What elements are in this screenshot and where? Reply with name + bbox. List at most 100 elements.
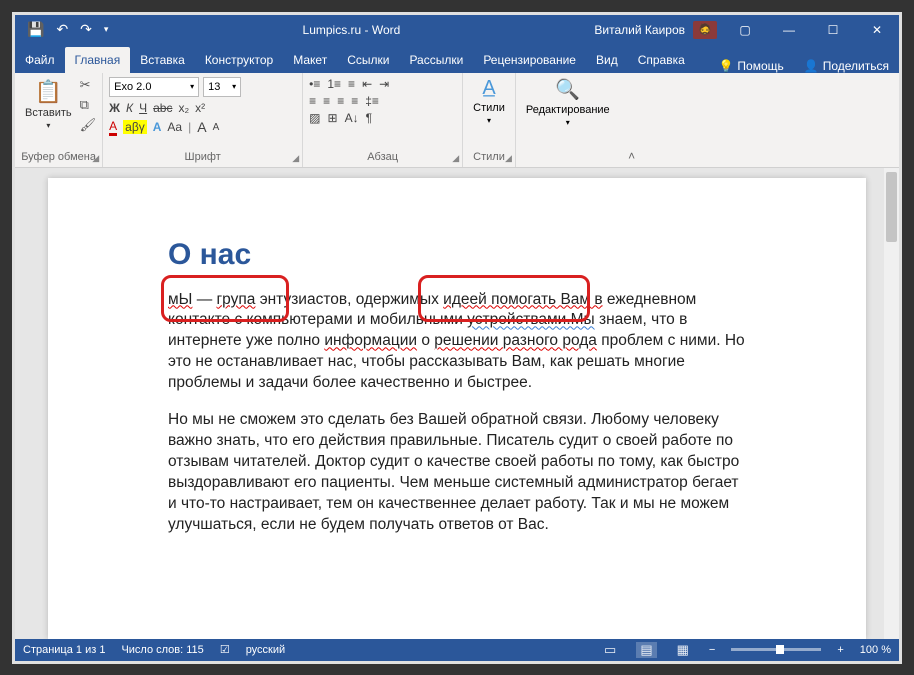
ribbon: 📋 Вставить ▾ ✂ ⧉ 🖌 Буфер обмена ◢ Exo 2.… [15, 73, 899, 168]
vertical-scrollbar[interactable] [884, 168, 899, 639]
paste-button[interactable]: 📋 Вставить ▾ [21, 77, 76, 132]
multilevel-button[interactable]: ≡ [348, 77, 355, 91]
undo-icon[interactable]: ↶ [56, 21, 68, 38]
tab-review[interactable]: Рецензирование [473, 47, 586, 73]
document-area[interactable]: О нас мЫ — група энтузиастов, одержимых … [15, 168, 899, 639]
dialog-launcher-icon[interactable]: ◢ [452, 153, 459, 164]
font-size-combo[interactable]: 13▾ [203, 77, 241, 97]
line-spacing-button[interactable]: ‡≡ [365, 94, 379, 108]
window: 💾 ↶ ↷ ▾ Lumpics.ru - Word Виталий Каиров… [12, 12, 902, 664]
tab-insert[interactable]: Вставка [130, 47, 195, 73]
grow-font-button[interactable]: A [197, 119, 206, 135]
group-label [522, 151, 614, 165]
group-clipboard: 📋 Вставить ▾ ✂ ⧉ 🖌 Буфер обмена ◢ [15, 73, 103, 167]
tab-help[interactable]: Справка [628, 47, 695, 73]
tab-file[interactable]: Файл [15, 47, 65, 73]
font-color-button[interactable]: A [109, 119, 117, 136]
subscript-button[interactable]: x₂ [178, 101, 189, 115]
editing-button[interactable]: 🔍 Редактирование ▾ [522, 77, 614, 127]
tell-me[interactable]: 💡Помощь [708, 59, 793, 73]
proofing-icon[interactable]: ☑ [220, 643, 230, 656]
scrollbar-thumb[interactable] [886, 172, 897, 242]
dialog-launcher-icon[interactable]: ◢ [505, 153, 512, 164]
save-icon[interactable]: 💾 [27, 21, 44, 38]
clipboard-icon: 📋 [35, 79, 62, 105]
zoom-out-button[interactable]: − [709, 644, 715, 656]
group-font: Exo 2.0▾ 13▾ Ж К Ч abc x₂ x² A aβγ A Aa … [103, 73, 303, 167]
superscript-button[interactable]: x² [195, 101, 205, 115]
paragraph-2: Но мы не сможем это сделать без Вашей об… [168, 410, 746, 536]
align-center-button[interactable]: ≡ [323, 94, 330, 108]
copy-icon[interactable]: ⧉ [80, 97, 97, 113]
status-page[interactable]: Страница 1 из 1 [23, 644, 105, 656]
dialog-launcher-icon[interactable]: ◢ [292, 153, 299, 164]
tab-design[interactable]: Конструктор [195, 47, 283, 73]
web-layout-icon[interactable]: ▦ [673, 642, 693, 658]
zoom-level[interactable]: 100 % [860, 644, 891, 656]
window-title: Lumpics.ru - Word [108, 23, 594, 37]
group-paragraph: •≡ 1≡ ≡ ⇤ ⇥ ≡ ≡ ≡ ≡ ‡≡ ▨ ⊞ A↓ ¶ [303, 73, 463, 167]
shrink-font-button[interactable]: A [213, 122, 220, 133]
show-marks-button[interactable]: ¶ [366, 111, 372, 125]
slider-thumb[interactable] [776, 645, 784, 654]
font-name-combo[interactable]: Exo 2.0▾ [109, 77, 199, 97]
format-painter-icon[interactable]: 🖌 [80, 117, 97, 133]
strike-button[interactable]: abc [153, 101, 172, 115]
chevron-down-icon: ▾ [46, 121, 50, 130]
cut-icon[interactable]: ✂ [80, 77, 97, 93]
group-label: Шрифт [109, 151, 296, 165]
maximize-button[interactable]: ☐ [811, 15, 855, 45]
zoom-in-button[interactable]: + [837, 644, 843, 656]
align-right-button[interactable]: ≡ [337, 94, 344, 108]
tab-view[interactable]: Вид [586, 47, 628, 73]
statusbar: Страница 1 из 1 Число слов: 115 ☑ русски… [15, 639, 899, 661]
tab-references[interactable]: Ссылки [337, 47, 399, 73]
decrease-indent-button[interactable]: ⇤ [362, 77, 372, 91]
bullets-button[interactable]: •≡ [309, 77, 320, 91]
tab-mailings[interactable]: Рассылки [399, 47, 473, 73]
print-layout-icon[interactable]: ▤ [636, 642, 656, 658]
collapse-ribbon-icon[interactable]: ˄ [620, 73, 644, 167]
shading-button[interactable]: ▨ [309, 111, 320, 125]
status-words[interactable]: Число слов: 115 [121, 644, 203, 656]
titlebar: 💾 ↶ ↷ ▾ Lumpics.ru - Word Виталий Каиров… [15, 15, 899, 45]
change-case-button[interactable]: Aa [167, 120, 182, 134]
quick-access-toolbar: 💾 ↶ ↷ ▾ [15, 21, 108, 38]
minimize-button[interactable]: — [767, 15, 811, 45]
tab-home[interactable]: Главная [65, 47, 131, 73]
user-name: Виталий Каиров [594, 23, 685, 37]
italic-button[interactable]: К [126, 101, 133, 115]
ribbon-tabs: Файл Главная Вставка Конструктор Макет С… [15, 45, 899, 73]
group-label: Стили [469, 151, 509, 165]
user-area[interactable]: Виталий Каиров 🧔 [594, 21, 723, 39]
read-mode-icon[interactable]: ▭ [600, 642, 620, 658]
styles-icon: A̲ [482, 77, 495, 100]
sort-button[interactable]: A↓ [345, 111, 359, 125]
ribbon-display-options-icon[interactable]: ▢ [723, 15, 767, 45]
chevron-down-icon: ▾ [487, 116, 491, 125]
align-left-button[interactable]: ≡ [309, 94, 316, 108]
group-editing: 🔍 Редактирование ▾ [516, 73, 620, 167]
search-icon: 🔍 [555, 77, 580, 102]
underline-button[interactable]: Ч [139, 101, 147, 115]
tab-layout[interactable]: Макет [283, 47, 337, 73]
chevron-down-icon: ▾ [232, 82, 236, 91]
paragraph-1: мЫ — група энтузиастов, одержимых идеей … [168, 290, 746, 395]
heading-about: О нас [168, 238, 746, 272]
user-avatar-icon: 🧔 [693, 21, 717, 39]
close-button[interactable]: ✕ [855, 15, 899, 45]
bold-button[interactable]: Ж [109, 101, 120, 115]
page[interactable]: О нас мЫ — група энтузиастов, одержимых … [48, 178, 866, 639]
styles-button[interactable]: A̲ Стили ▾ [469, 77, 509, 125]
justify-button[interactable]: ≡ [351, 94, 358, 108]
zoom-slider[interactable] [731, 648, 821, 651]
numbering-button[interactable]: 1≡ [327, 77, 341, 91]
borders-button[interactable]: ⊞ [328, 111, 338, 125]
highlight-button[interactable]: aβγ [123, 120, 147, 134]
dialog-launcher-icon[interactable]: ◢ [92, 153, 99, 164]
increase-indent-button[interactable]: ⇥ [379, 77, 389, 91]
status-language[interactable]: русский [246, 644, 285, 656]
redo-icon[interactable]: ↷ [80, 21, 92, 38]
share-button[interactable]: 👤Поделиться [794, 59, 899, 73]
text-effects-button[interactable]: A [153, 120, 162, 134]
